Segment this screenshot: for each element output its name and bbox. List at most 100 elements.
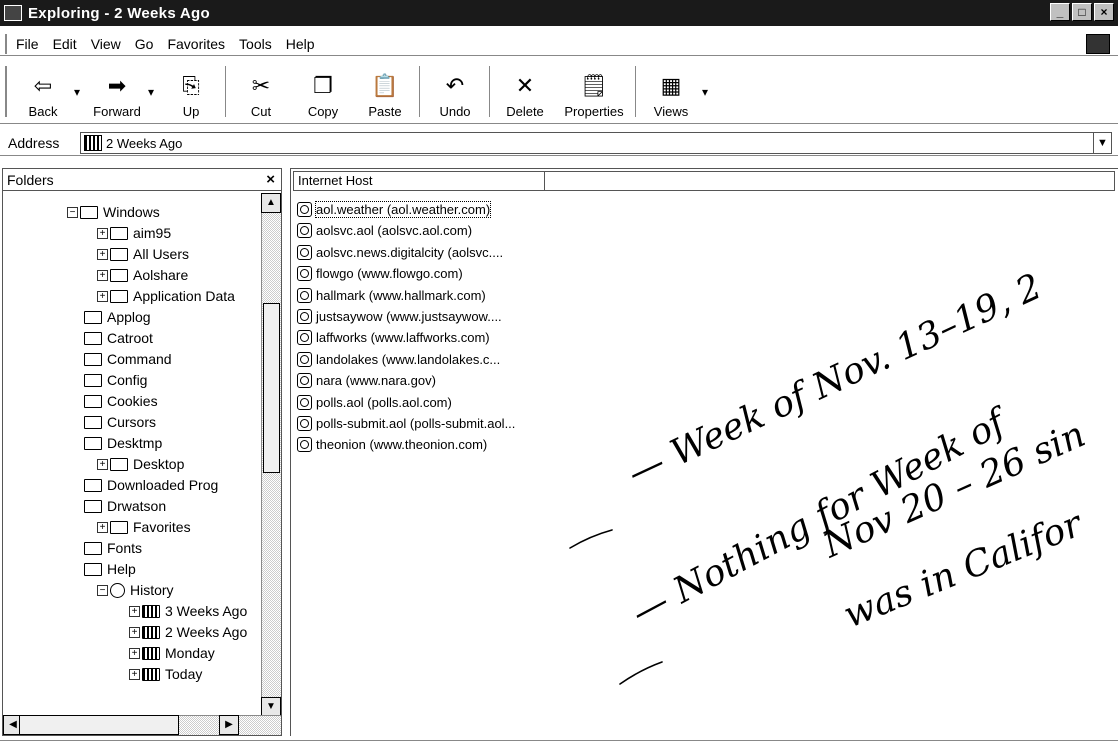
back-dropdown[interactable]: ▾ xyxy=(74,60,86,123)
list-item[interactable]: aol.weather (aol.weather.com) xyxy=(297,199,492,220)
menu-tools[interactable]: Tools xyxy=(239,36,272,52)
views-button[interactable]: ▦ Views xyxy=(640,60,702,123)
tree-item[interactable]: + Application Data xyxy=(97,285,235,307)
scroll-up-button[interactable]: ▲ xyxy=(261,193,281,213)
tree-item[interactable]: − History xyxy=(97,579,174,601)
expand-icon[interactable]: + xyxy=(97,521,108,533)
toolbar-separator xyxy=(225,66,227,117)
maximize-button[interactable]: □ xyxy=(1072,3,1092,21)
tree-item[interactable]: + aim95 xyxy=(97,222,171,244)
list-item[interactable]: polls.aol (polls.aol.com) xyxy=(297,392,452,413)
tree-item[interactable]: + Monday xyxy=(129,642,215,664)
forward-button[interactable]: ➡ Forward xyxy=(86,60,148,123)
contents-pane: Internet Host aol.weather (aol.weather.c… xyxy=(290,168,1118,736)
menu-help[interactable]: Help xyxy=(286,36,315,52)
web-page-icon xyxy=(297,202,312,217)
list-item[interactable]: polls-submit.aol (polls-submit.aol... xyxy=(297,413,515,434)
address-field[interactable]: 2 Weeks Ago ▼ xyxy=(80,132,1112,154)
folders-vertical-scrollbar[interactable]: ▲ ▼ xyxy=(261,193,281,717)
expand-icon[interactable]: + xyxy=(129,626,140,638)
expand-icon[interactable]: + xyxy=(129,668,140,680)
expand-icon[interactable]: + xyxy=(129,647,140,659)
tree-item[interactable]: Downloaded Prog xyxy=(84,474,218,496)
tree-item[interactable]: Cursors xyxy=(84,411,156,433)
address-dropdown-button[interactable]: ▼ xyxy=(1093,133,1111,153)
tree-item-label: Fonts xyxy=(107,540,143,556)
tree-item[interactable]: + Today xyxy=(129,663,202,685)
cut-button[interactable]: ✂ Cut xyxy=(230,60,292,123)
scroll-down-button[interactable]: ▼ xyxy=(261,697,281,717)
paste-button[interactable]: 📋 Paste xyxy=(354,60,416,123)
undo-button[interactable]: ↶ Undo xyxy=(424,60,486,123)
collapse-icon[interactable]: − xyxy=(97,584,108,596)
list-item[interactable]: hallmark (www.hallmark.com) xyxy=(297,285,486,306)
expand-icon[interactable]: + xyxy=(97,458,108,470)
list-item[interactable]: aolsvc.news.digitalcity (aolsvc.... xyxy=(297,242,503,263)
folders-horizontal-scrollbar[interactable]: ◀ ▶ xyxy=(3,715,281,735)
collapse-icon[interactable]: − xyxy=(67,206,78,218)
tree-item[interactable]: +3 Weeks Ago xyxy=(129,600,247,622)
web-page-icon xyxy=(297,394,312,410)
close-button[interactable]: × xyxy=(1094,3,1114,21)
web-page-icon xyxy=(297,244,312,260)
close-folders-button[interactable]: × xyxy=(266,171,275,188)
menu-view[interactable]: View xyxy=(91,36,121,52)
menu-go[interactable]: Go xyxy=(135,36,154,52)
expand-icon[interactable]: + xyxy=(97,290,108,302)
tree-item[interactable]: + Favorites xyxy=(97,516,191,538)
tree-item[interactable]: Help xyxy=(84,558,136,580)
tree-item-label: Downloaded Prog xyxy=(107,477,219,493)
tree-item[interactable]: +2 Weeks Ago xyxy=(129,621,247,643)
scroll-right-button[interactable]: ▶ xyxy=(219,715,239,735)
explorer-icon xyxy=(4,5,22,21)
tree-item[interactable]: + Desktop xyxy=(97,453,184,475)
expand-icon[interactable]: + xyxy=(97,269,108,281)
list-item[interactable]: justsaywow (www.justsaywow.... xyxy=(297,306,502,327)
scroll-thumb[interactable] xyxy=(263,303,280,473)
copy-button[interactable]: ❐ Copy xyxy=(292,60,354,123)
list-item[interactable]: flowgo (www.flowgo.com) xyxy=(297,263,463,284)
horizontal-scroll-thumb[interactable] xyxy=(19,715,179,735)
list-item[interactable]: theonion (www.theonion.com) xyxy=(297,434,487,455)
tree-item[interactable]: + Aolshare xyxy=(97,264,188,286)
tree-item[interactable]: Command xyxy=(84,348,172,370)
list-item[interactable]: landolakes (www.landolakes.c... xyxy=(297,349,500,370)
column-header-internet-host[interactable]: Internet Host xyxy=(293,171,545,191)
tree-item[interactable]: Drwatson xyxy=(84,495,166,517)
scissors-icon: ✂ xyxy=(251,73,271,98)
history-icon xyxy=(110,582,125,598)
minimize-button[interactable]: _ xyxy=(1050,3,1070,21)
menu-file[interactable]: File xyxy=(16,36,39,52)
list-item[interactable]: laffworks (www.laffworks.com) xyxy=(297,327,490,348)
forward-dropdown[interactable]: ▾ xyxy=(148,60,160,123)
tree-item[interactable]: Applog xyxy=(84,306,151,328)
list-item[interactable]: aolsvc.aol (aolsvc.aol.com) xyxy=(297,220,472,241)
toolbar-grip[interactable] xyxy=(5,66,8,117)
delete-button[interactable]: ✕ Delete xyxy=(494,60,556,123)
list-item[interactable]: nara (www.nara.gov) xyxy=(297,370,436,391)
menu-edit[interactable]: Edit xyxy=(53,36,77,52)
menu-favorites[interactable]: Favorites xyxy=(167,36,225,52)
folders-header: Folders × xyxy=(3,169,281,191)
tree-item[interactable]: Cookies xyxy=(84,390,158,412)
web-page-icon xyxy=(297,309,312,324)
tree-item[interactable]: Desktmp xyxy=(84,432,162,454)
views-dropdown[interactable]: ▾ xyxy=(702,60,714,123)
tree-item[interactable]: Fonts xyxy=(84,537,142,559)
list-item-label: aolsvc.aol (aolsvc.aol.com) xyxy=(316,223,473,239)
up-button[interactable]: ⎘ Up xyxy=(160,60,222,123)
tree-item[interactable]: − Windows xyxy=(67,201,160,223)
views-grid-icon: ▦ xyxy=(660,73,682,98)
web-page-icon xyxy=(297,287,312,303)
menu-grip[interactable] xyxy=(5,33,8,54)
up-label: Up xyxy=(182,104,200,119)
tree-item[interactable]: Catroot xyxy=(84,327,153,349)
back-button[interactable]: ⇦ Back xyxy=(12,60,74,123)
expand-icon[interactable]: + xyxy=(97,227,108,239)
tree-item[interactable]: + All Users xyxy=(97,243,189,265)
folder-tree: − Windows + aim95 + All Users + Aolshare + Applic… xyxy=(3,193,261,717)
properties-button[interactable]: 🗒 Properties xyxy=(556,60,632,123)
tree-item[interactable]: Config xyxy=(84,369,147,391)
expand-icon[interactable]: + xyxy=(129,605,140,617)
expand-icon[interactable]: + xyxy=(97,248,108,260)
